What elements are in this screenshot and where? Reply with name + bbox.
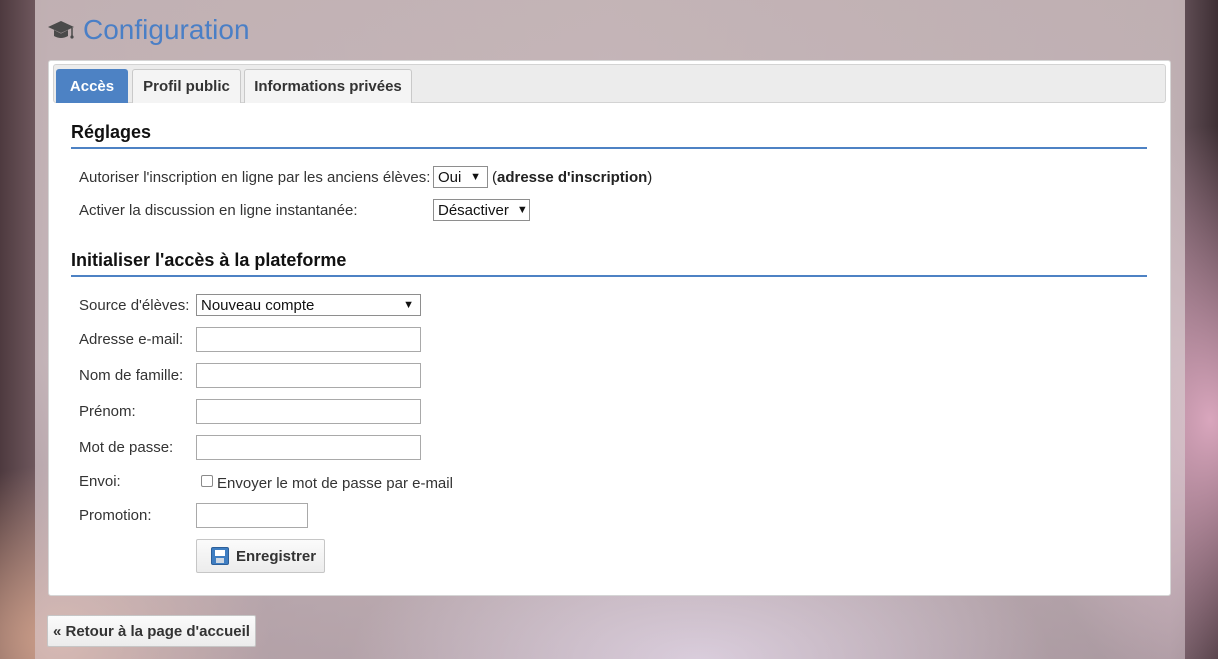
graduation-cap-icon (48, 21, 74, 39)
promotion-label: Promotion: (79, 507, 152, 524)
online-registration-value: Oui (438, 168, 462, 186)
password-field[interactable] (196, 435, 421, 460)
lastname-field[interactable] (196, 363, 421, 388)
registration-address: (adresse d'inscription) (492, 169, 652, 186)
send-password-checkbox-label[interactable]: Envoyer le mot de passe par e-mail (217, 475, 453, 492)
online-registration-select[interactable]: Oui ▼ (433, 166, 488, 188)
back-home-button[interactable]: « Retour à la page d'accueil (47, 615, 256, 647)
tab-informations-privees[interactable]: Informations privées (244, 69, 412, 103)
floppy-disk-icon (211, 547, 229, 565)
paren-close: ) (647, 169, 653, 186)
source-select[interactable]: Nouveau compte ▼ (196, 294, 421, 316)
password-label: Mot de passe: (79, 439, 174, 456)
chevron-down-icon: ▼ (403, 299, 414, 311)
online-registration-label: Autoriser l'inscription en ligne par les… (79, 169, 431, 186)
section-title-reglages: Réglages (71, 122, 1147, 149)
firstname-field[interactable] (196, 399, 421, 424)
config-panel: Accès Profil public Informations privées… (48, 60, 1171, 596)
source-label: Source d'élèves: (79, 297, 190, 314)
page-header: Configuration (47, 12, 250, 48)
registration-address-link[interactable]: adresse d'inscription (497, 169, 647, 186)
chat-label: Activer la discussion en ligne instantan… (79, 202, 358, 219)
tab-profil-public[interactable]: Profil public (132, 69, 241, 103)
save-button[interactable]: Enregistrer (196, 539, 325, 573)
source-value: Nouveau compte (201, 296, 315, 314)
chevron-down-icon: ▼ (470, 171, 481, 183)
section-title-access: Initialiser l'accès à la plateforme (71, 250, 1147, 277)
page-title: Configuration (83, 14, 250, 45)
firstname-label: Prénom: (79, 403, 136, 420)
chat-select[interactable]: Désactiver ▼ (433, 199, 530, 221)
send-label: Envoi: (79, 473, 121, 490)
tab-bar: Accès Profil public Informations privées (53, 64, 1166, 103)
chevron-down-icon: ▼ (516, 204, 528, 216)
save-button-label: Enregistrer (236, 547, 317, 565)
email-field[interactable] (196, 327, 421, 352)
lastname-label: Nom de famille: (79, 367, 184, 384)
chat-value: Désactiver (438, 201, 509, 219)
email-label: Adresse e-mail: (79, 331, 184, 348)
promotion-field[interactable] (196, 503, 308, 528)
tab-acces[interactable]: Accès (56, 69, 128, 103)
send-password-checkbox[interactable] (201, 475, 213, 487)
